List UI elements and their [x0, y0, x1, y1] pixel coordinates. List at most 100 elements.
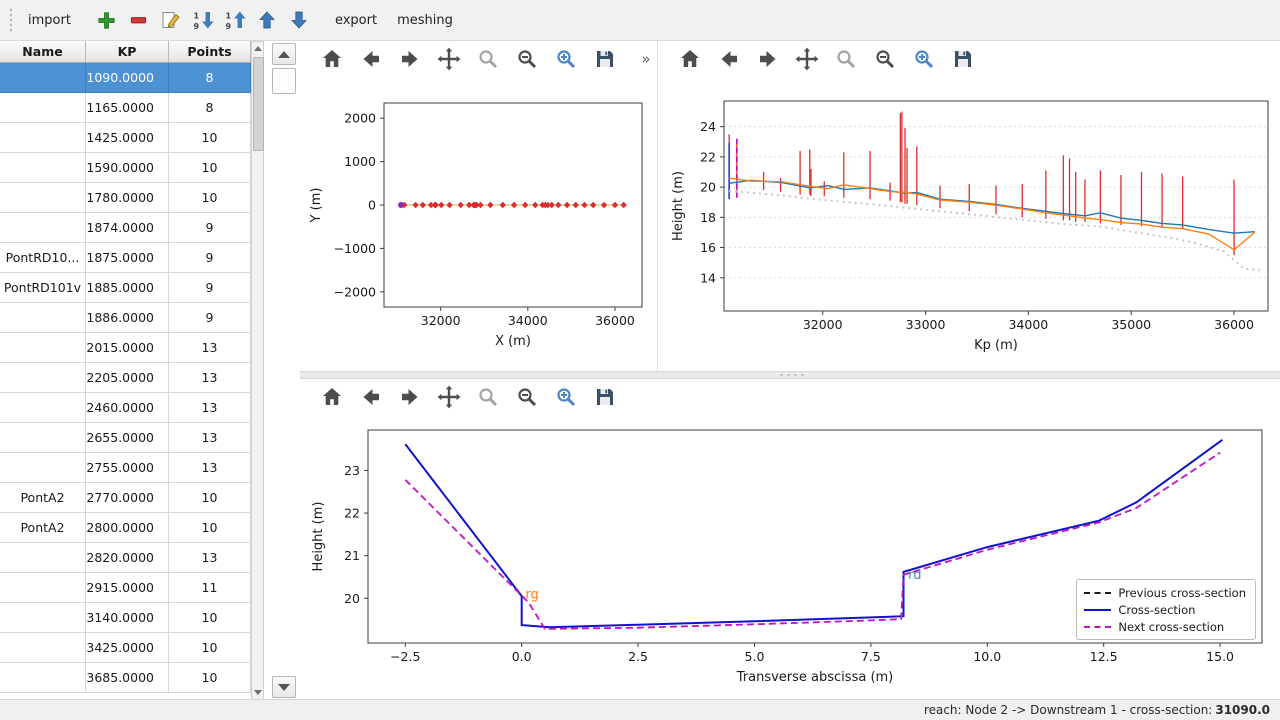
- import-button[interactable]: import: [19, 5, 80, 35]
- home-button[interactable]: [674, 44, 705, 74]
- home-button[interactable]: [316, 44, 347, 74]
- sort-ascending-button[interactable]: 19: [220, 5, 250, 35]
- cell-name: [0, 393, 86, 423]
- save-button[interactable]: [589, 382, 620, 412]
- back-button[interactable]: [355, 44, 386, 74]
- table-row[interactable]: 31165.00008: [0, 93, 251, 123]
- table-row[interactable]: 33685.000010: [0, 663, 251, 693]
- pan-button[interactable]: [433, 382, 464, 412]
- cell-points: 9: [169, 243, 251, 273]
- main-toolbar: import 19 19 exportmeshing: [0, 0, 1280, 41]
- cross-section-plot[interactable]: rgrd−2.50.02.55.07.510.012.515.020212223…: [300, 415, 1280, 703]
- add-cross-section-button[interactable]: [92, 5, 122, 35]
- move-up-button[interactable]: [252, 5, 282, 35]
- meshing-button[interactable]: meshing: [388, 5, 462, 35]
- pan-button[interactable]: [433, 44, 464, 74]
- svg-text:18: 18: [700, 210, 716, 225]
- zoom-in-button[interactable]: [908, 44, 939, 74]
- toolbar-grip[interactable]: [8, 8, 14, 32]
- forward-button[interactable]: [394, 44, 425, 74]
- column-header-kp[interactable]: KP: [86, 41, 169, 63]
- column-header-points[interactable]: Points: [169, 41, 251, 63]
- zoom-button[interactable]: [472, 382, 503, 412]
- table-row[interactable]: PontRD101v31885.00009: [0, 273, 251, 303]
- table-row[interactable]: 32655.000013: [0, 423, 251, 453]
- sort-descending-button[interactable]: 19: [188, 5, 218, 35]
- table-row[interactable]: 31886.00009: [0, 303, 251, 333]
- table-row[interactable]: 31874.00009: [0, 213, 251, 243]
- table-row[interactable]: 32460.000013: [0, 393, 251, 423]
- table-row[interactable]: 31090.00008: [0, 63, 251, 93]
- cell-name: [0, 303, 86, 333]
- home-button[interactable]: [316, 382, 347, 412]
- scroll-down-button[interactable]: [252, 686, 263, 699]
- plot-legend: Previous cross-sectionCross-sectionNext …: [1076, 579, 1256, 640]
- back-button[interactable]: [713, 44, 744, 74]
- panel-scrollbar[interactable]: [272, 41, 298, 700]
- forward-button[interactable]: [752, 44, 783, 74]
- zoom-in-button[interactable]: [550, 44, 581, 74]
- back-button[interactable]: [355, 382, 386, 412]
- panel-scrollbar-thumb[interactable]: [272, 68, 296, 94]
- zoom-button[interactable]: [830, 44, 861, 74]
- zoom-in-button[interactable]: [550, 382, 581, 412]
- cross-section-plot-toolbar: [300, 379, 1280, 415]
- table-row[interactable]: 31780.000010: [0, 183, 251, 213]
- zoom-out-icon: [515, 47, 539, 71]
- save-button[interactable]: [947, 44, 978, 74]
- svg-text:rg: rg: [525, 587, 538, 602]
- table-row[interactable]: 32755.000013: [0, 453, 251, 483]
- sort-ascending-icon: 19: [224, 10, 246, 30]
- plan-plot-canvas[interactable]: 320003400036000−2000−1000010002000X (m)Y…: [300, 77, 656, 371]
- edit-cross-section-button[interactable]: [156, 5, 186, 35]
- panel-scroll-down-icon: [278, 684, 290, 691]
- scroll-up-button[interactable]: [252, 42, 263, 55]
- profile-plot[interactable]: 3200033000340003500036000141618202224Kp …: [658, 77, 1280, 371]
- toolbar-overflow-button[interactable]: »: [638, 45, 654, 73]
- column-header-name[interactable]: Name: [0, 41, 86, 63]
- table-row[interactable]: 32820.000013: [0, 543, 251, 573]
- svg-text:5.0: 5.0: [745, 649, 765, 664]
- save-button[interactable]: [589, 44, 620, 74]
- remove-cross-section-button[interactable]: [124, 5, 154, 35]
- horizontal-splitter[interactable]: [300, 371, 1280, 379]
- table-row[interactable]: 32205.000013: [0, 363, 251, 393]
- svg-text:7.5: 7.5: [861, 649, 881, 664]
- cell-name: [0, 423, 86, 453]
- panel-scroll-up-button[interactable]: [272, 43, 296, 65]
- zoom-out-button[interactable]: [511, 382, 542, 412]
- table-row[interactable]: 31590.000010: [0, 153, 251, 183]
- plan-plot[interactable]: 320003400036000−2000−1000010002000X (m)Y…: [300, 77, 657, 371]
- zoom-button[interactable]: [472, 44, 503, 74]
- table-row[interactable]: 32015.000013: [0, 333, 251, 363]
- table-row[interactable]: PontA232770.000010: [0, 483, 251, 513]
- cell-name: [0, 93, 86, 123]
- cell-name: [0, 633, 86, 663]
- cell-points: 11: [169, 573, 251, 603]
- table-row[interactable]: PontA232800.000010: [0, 513, 251, 543]
- svg-text:34000: 34000: [508, 313, 548, 328]
- cell-kp: 31886.0000: [86, 303, 169, 333]
- table-scrollbar[interactable]: [251, 41, 264, 700]
- move-down-button[interactable]: [284, 5, 314, 35]
- table-row[interactable]: 33140.000010: [0, 603, 251, 633]
- zoom-out-button[interactable]: [869, 44, 900, 74]
- table-row[interactable]: 31425.000010: [0, 123, 251, 153]
- pan-button[interactable]: [791, 44, 822, 74]
- table-row[interactable]: 33425.000010: [0, 633, 251, 663]
- svg-text:rd: rd: [908, 568, 921, 583]
- svg-text:9: 9: [193, 22, 199, 30]
- panel-scroll-down-button[interactable]: [272, 676, 296, 698]
- cell-points: 9: [169, 213, 251, 243]
- table-row[interactable]: 32915.000011: [0, 573, 251, 603]
- cell-name: [0, 153, 86, 183]
- cell-points: 13: [169, 393, 251, 423]
- longitudinal-profile-pane: 3200033000340003500036000141618202224Kp …: [658, 41, 1280, 371]
- forward-button[interactable]: [394, 382, 425, 412]
- profile-plot-canvas[interactable]: 3200033000340003500036000141618202224Kp …: [658, 77, 1280, 371]
- zoom-out-button[interactable]: [511, 44, 542, 74]
- export-button[interactable]: export: [326, 5, 386, 35]
- table-row[interactable]: PontRD10...31875.00009: [0, 243, 251, 273]
- cross-section-plot-canvas[interactable]: rgrd−2.50.02.55.07.510.012.515.020212223…: [300, 415, 1279, 703]
- scrollbar-thumb[interactable]: [253, 57, 264, 151]
